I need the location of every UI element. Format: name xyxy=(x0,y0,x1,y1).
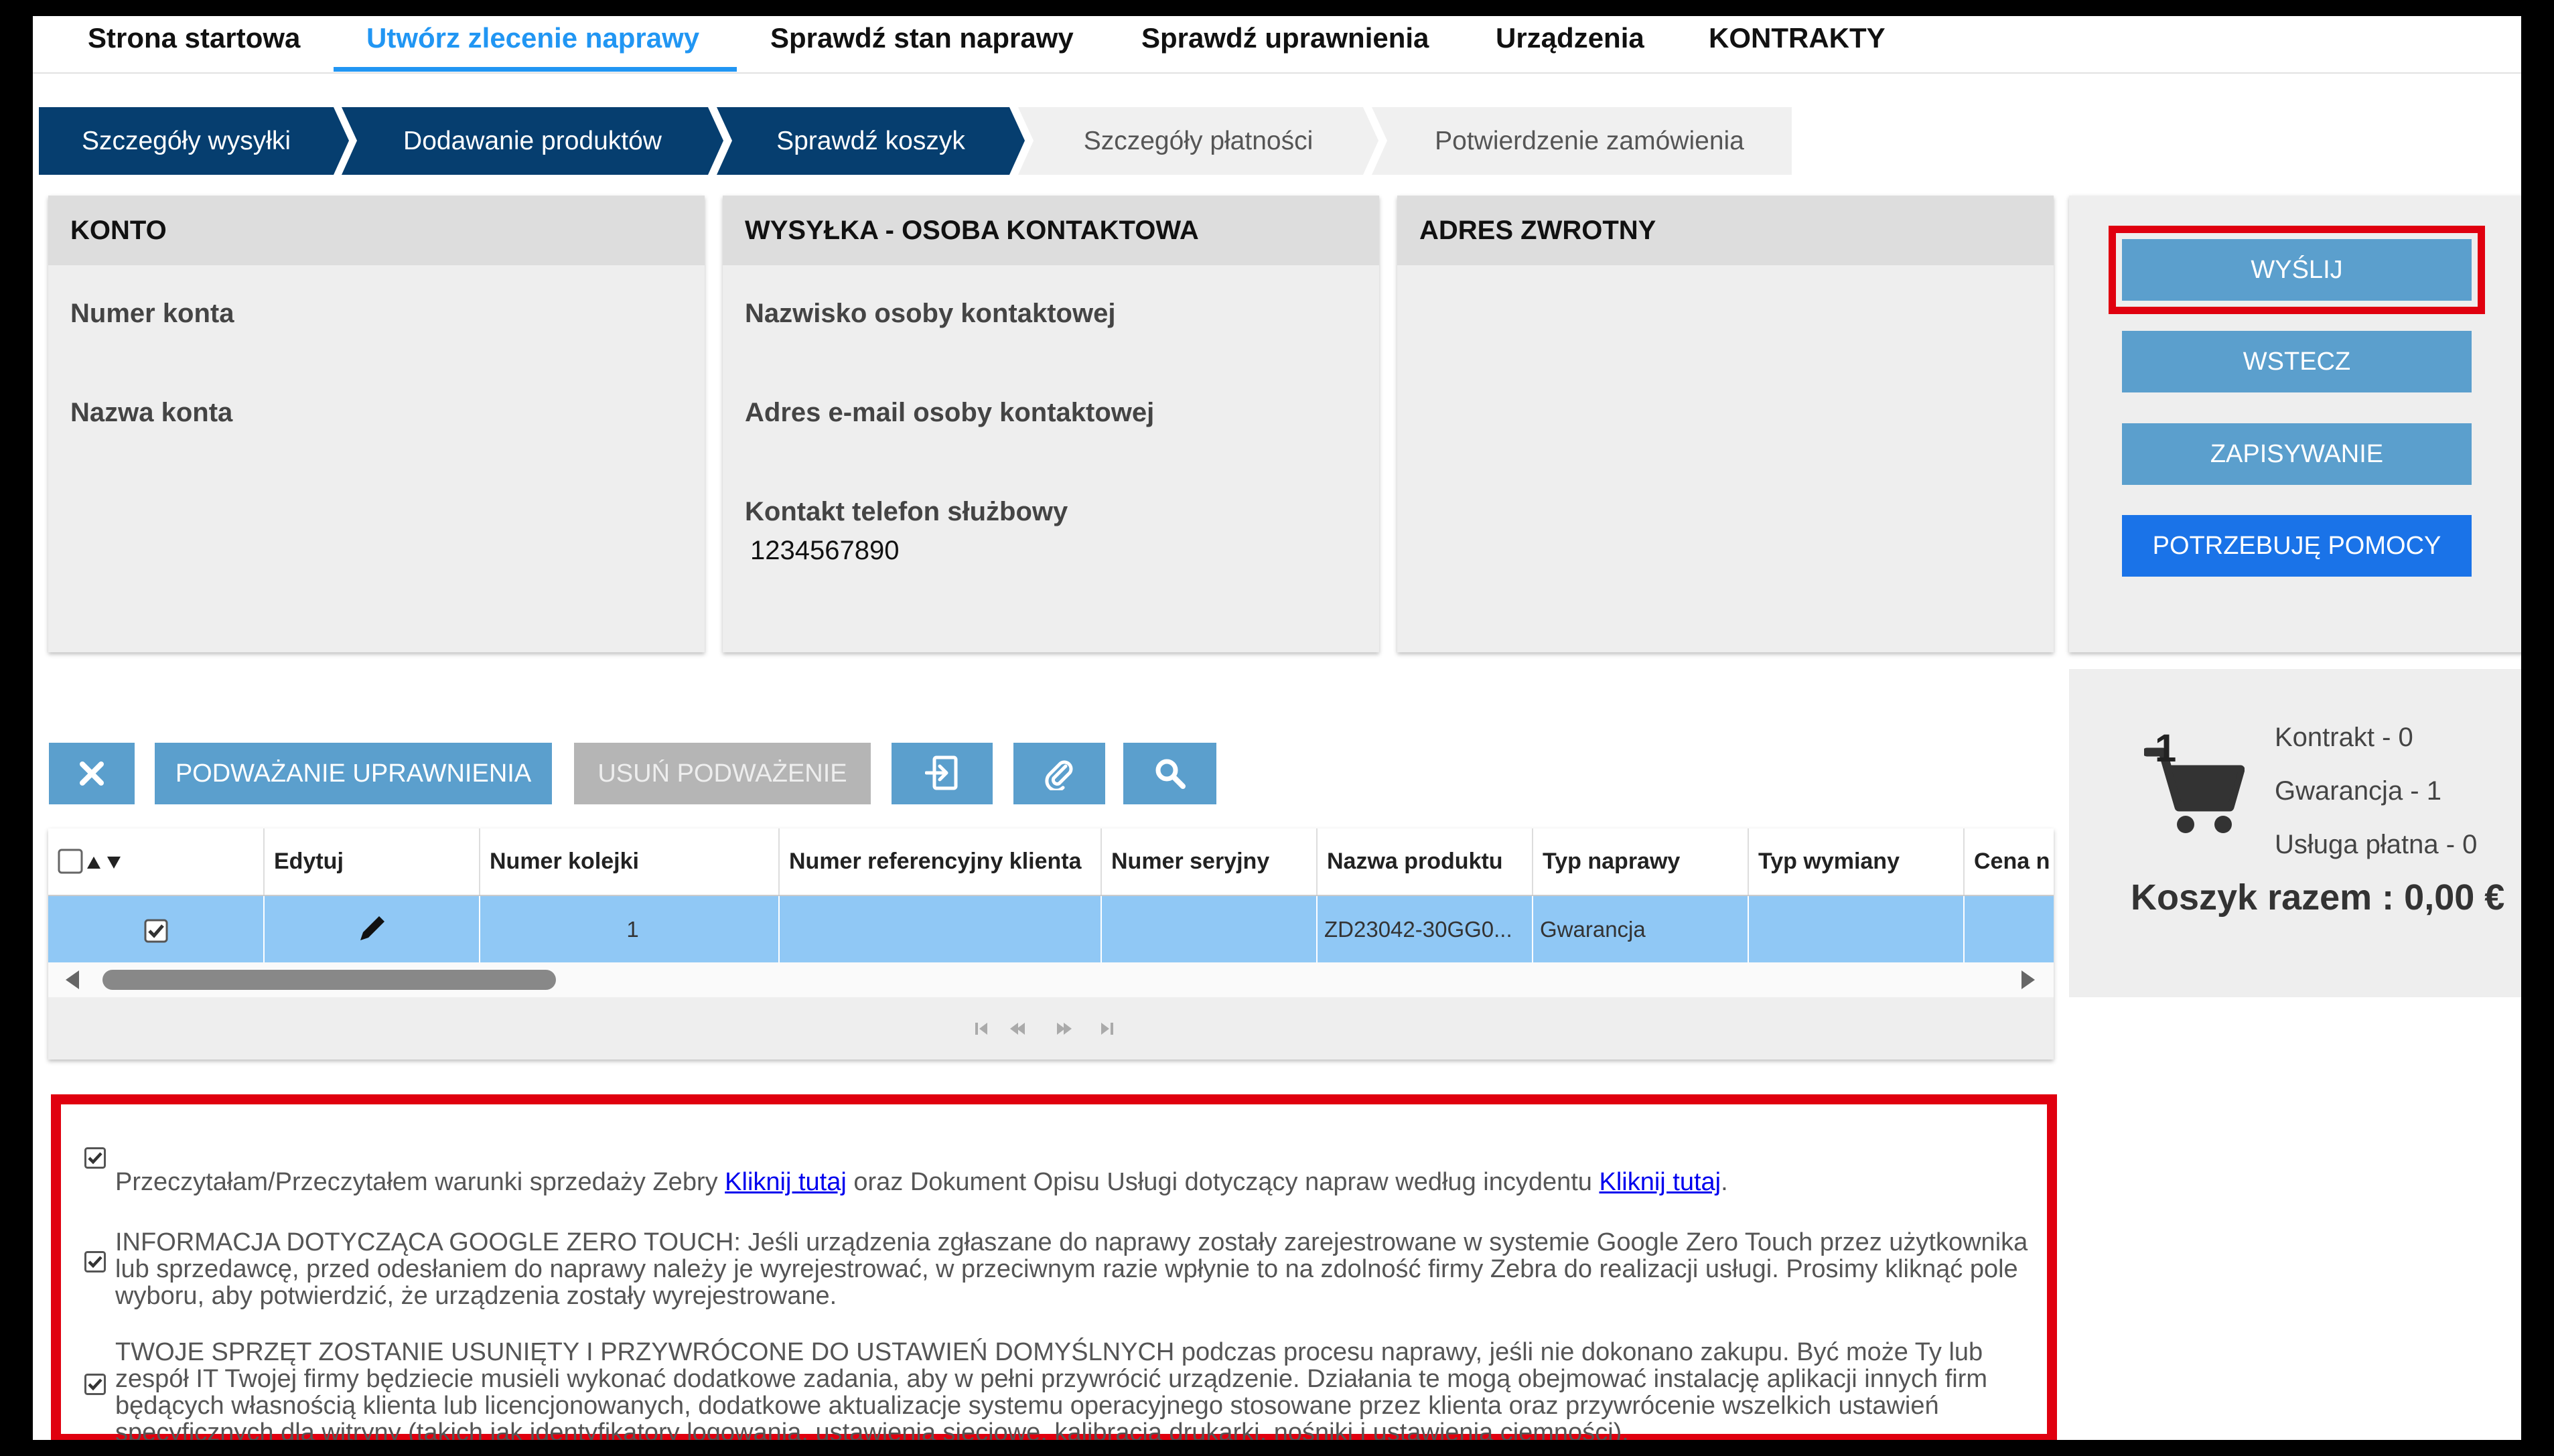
column-serial-number[interactable]: Numer seryjny xyxy=(1102,828,1318,895)
select-all-column xyxy=(48,828,265,895)
terms-checkbox[interactable] xyxy=(84,1147,106,1169)
row-select-cell xyxy=(48,896,265,962)
scrollbar-thumb[interactable] xyxy=(102,970,556,990)
return-address-panel: ADRES ZWROTNY xyxy=(1397,196,2054,652)
column-repair-type[interactable]: Typ naprawy xyxy=(1533,828,1749,895)
nav-devices[interactable]: Urządzenia xyxy=(1496,16,1644,72)
grid-pager xyxy=(48,997,2054,1060)
google-zero-touch-checkbox[interactable] xyxy=(84,1251,106,1272)
remove-challenge-button[interactable]: USUŃ PODWAŻENIE xyxy=(574,743,871,804)
first-page-icon xyxy=(975,1023,978,1035)
challenge-entitlement-button[interactable]: PODWAŻANIE UPRAWNIENIA xyxy=(155,743,552,804)
account-panel-title: KONTO xyxy=(48,196,705,265)
attachment-button[interactable] xyxy=(1013,743,1105,804)
row-client-reference xyxy=(780,896,1102,962)
column-price[interactable]: Cena n xyxy=(1965,828,2054,895)
terms-of-sale-link[interactable]: Kliknij tutaj xyxy=(725,1168,847,1196)
row-checkbox[interactable] xyxy=(144,919,168,943)
column-exchange-type[interactable]: Typ wymiany xyxy=(1749,828,1965,895)
close-icon xyxy=(80,761,104,786)
row-edit-cell xyxy=(265,896,480,962)
account-name-label: Nazwa konta xyxy=(70,398,233,427)
cart-paid-service-count: Usługa płatna - 0 xyxy=(2275,830,2478,859)
terms-text-part1: Przeczytałam/Przeczytałem warunki sprzed… xyxy=(115,1168,725,1196)
delete-button[interactable] xyxy=(49,743,135,804)
account-panel: KONTO Numer konta Nazwa konta xyxy=(48,196,705,652)
google-zero-touch-text: INFORMACJA DOTYCZĄCA GOOGLE ZERO TOUCH: … xyxy=(115,1228,2028,1310)
column-product-name[interactable]: Nazwa produktu xyxy=(1318,828,1533,895)
back-button[interactable]: WSTECZ xyxy=(2122,331,2472,392)
send-highlight-frame xyxy=(2109,226,2485,314)
pencil-icon[interactable] xyxy=(355,911,390,946)
column-client-reference[interactable]: Numer referencyjny klienta xyxy=(780,828,1102,895)
nav-contracts[interactable]: KONTRAKTY xyxy=(1709,16,1886,72)
import-icon xyxy=(924,755,957,790)
agreements-panel: Przeczytałam/Przeczytałem warunki sprzed… xyxy=(51,1094,2057,1440)
scroll-right-icon[interactable] xyxy=(2017,968,2038,992)
import-button[interactable] xyxy=(892,743,993,804)
column-edit[interactable]: Edytuj xyxy=(265,828,480,895)
nav-home[interactable]: Strona startowa xyxy=(88,16,300,72)
select-all-checkbox[interactable] xyxy=(58,849,84,875)
row-price xyxy=(1965,896,2054,962)
cart-total: Koszyk razem : 0,00 € xyxy=(2131,877,2505,918)
horizontal-scrollbar[interactable] xyxy=(48,962,2054,997)
factory-reset-checkbox[interactable] xyxy=(84,1374,106,1395)
scroll-left-icon[interactable] xyxy=(63,968,83,992)
row-repair-type: Gwarancja xyxy=(1533,896,1749,962)
repair-order-page: Strona startowa Utwórz zlecenie naprawy … xyxy=(33,16,2521,1440)
shipping-contact-title: WYSYŁKA - OSOBA KONTAKTOWA xyxy=(723,196,1379,265)
business-phone-value: 1234567890 xyxy=(750,536,900,565)
column-queue-number[interactable]: Numer kolejki xyxy=(480,828,780,895)
nav-check-entitlements[interactable]: Sprawdź uprawnienia xyxy=(1141,16,1429,72)
pager-controls xyxy=(975,1023,1113,1035)
row-serial-number xyxy=(1102,896,1318,962)
step-order-confirmation: Potwierdzenie zamówienia xyxy=(1372,107,1792,175)
cart-item-count: 1 xyxy=(2155,727,2177,770)
business-phone-label: Kontakt telefon służbowy xyxy=(745,497,1068,526)
step-payment-details: Szczegóły płatności xyxy=(1018,107,1378,175)
terms-text-part2: oraz Dokument Opisu Usługi dotyczący nap… xyxy=(846,1168,1600,1196)
shipping-contact-panel: WYSYŁKA - OSOBA KONTAKTOWA Nazwisko osob… xyxy=(723,196,1379,652)
service-description-link[interactable]: Kliknij tutaj xyxy=(1599,1168,1721,1196)
terms-text-part3: . xyxy=(1721,1168,1728,1196)
nav-check-repair-status[interactable]: Sprawdź stan naprawy xyxy=(770,16,1074,72)
table-row[interactable]: 1 ZD23042-30GG0... Gwarancja xyxy=(48,896,2054,962)
terms-agreement-text: Przeczytałam/Przeczytałem warunki sprzed… xyxy=(115,1169,2031,1195)
grid-header: Edytuj Numer kolejki Numer referencyjny … xyxy=(48,828,2054,896)
paperclip-icon xyxy=(1044,760,1072,792)
cart-summary: 1 Kontrakt - 0 Gwarancja - 1 Usługa płat… xyxy=(2069,669,2521,997)
need-help-button[interactable]: POTRZEBUJĘ POMOCY xyxy=(2122,515,2472,577)
row-queue-number: 1 xyxy=(480,896,780,962)
sort-arrows-icon[interactable] xyxy=(86,853,126,873)
cart-warranty-count: Gwarancja - 1 xyxy=(2275,776,2441,806)
return-address-title: ADRES ZWROTNY xyxy=(1397,196,2054,265)
actions-panel: WYŚLIJ WSTECZ ZAPISYWANIE POTRZEBUJĘ POM… xyxy=(2069,196,2521,652)
row-product-name: ZD23042-30GG0... xyxy=(1318,896,1533,962)
save-button[interactable]: ZAPISYWANIE xyxy=(2122,423,2472,485)
search-button[interactable] xyxy=(1123,743,1216,804)
account-number-label: Numer konta xyxy=(70,299,234,328)
step-check-cart: Sprawdź koszyk xyxy=(717,107,1025,175)
products-grid: Edytuj Numer kolejki Numer referencyjny … xyxy=(48,828,2054,1060)
step-shipping-details: Szczegóły wysyłki xyxy=(39,107,349,175)
step-add-products: Dodawanie produktów xyxy=(342,107,723,175)
contact-name-label: Nazwisko osoby kontaktowej xyxy=(745,299,1116,328)
contact-email-label: Adres e-mail osoby kontaktowej xyxy=(745,398,1155,427)
top-navigation: Strona startowa Utwórz zlecenie naprawy … xyxy=(33,16,2521,74)
active-tab-indicator xyxy=(334,67,737,72)
search-icon xyxy=(1155,759,1186,789)
cart-contract-count: Kontrakt - 0 xyxy=(2275,723,2413,752)
factory-reset-text: TWOJE SPRZĘT ZOSTANIE USUNIĘTY I PRZYWRÓ… xyxy=(115,1338,1988,1440)
nav-create-repair-order[interactable]: Utwórz zlecenie naprawy xyxy=(366,16,699,72)
row-exchange-type xyxy=(1749,896,1965,962)
